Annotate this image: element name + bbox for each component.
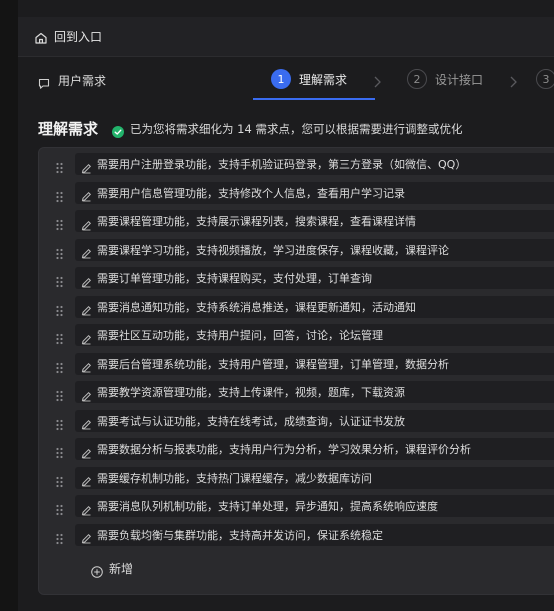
edit-icon[interactable] (81, 444, 92, 458)
page-title: 理解需求 (38, 120, 99, 138)
requirement-text: 需要教学资源管理功能，支持上传课件，视频，题库，下载资源 (97, 386, 405, 399)
list-item: 需要消息通知功能，支持系统消息推送，课程更新通知，活动通知 (39, 295, 554, 324)
tab-user-requirement-label: 用户需求 (58, 74, 107, 88)
edit-icon[interactable] (81, 472, 92, 487)
requirement-item[interactable]: 需要课程学习功能，支持视频播放，学习进度保存，课程收藏，课程评论 (75, 238, 554, 261)
step-bar: 用户需求 1 理解需求 2 设计接口 3 (18, 60, 554, 102)
requirement-text: 需要用户注册登录功能，支持手机验证码登录，第三方登录（如微信、QQ） (97, 158, 467, 171)
drag-handle-icon[interactable] (56, 473, 64, 487)
edit-icon[interactable] (81, 529, 92, 544)
list-item: 需要课程管理功能，支持展示课程列表，搜索课程，查看课程详情 (39, 210, 554, 238)
list-item: 需要订单管理功能，支持课程购买，支付处理，订单查询 (39, 267, 554, 295)
edit-icon[interactable] (81, 330, 92, 344)
tab-user-requirement[interactable]: 用户需求 (38, 72, 106, 89)
edit-icon[interactable] (81, 187, 92, 202)
requirement-item[interactable]: 需要订单管理功能，支持课程购买，支付处理，订单查询 (75, 267, 554, 289)
check-circle-icon (112, 123, 125, 138)
list-item: 需要消息队列机制功能，支持订单处理，异步通知，提高系统响应速度 (39, 495, 554, 523)
edit-icon[interactable] (81, 387, 92, 401)
back-to-entry-label: 回到入口 (54, 30, 103, 44)
requirement-item[interactable]: 需要消息通知功能，支持系统消息推送，课程更新通知，活动通知 (75, 295, 554, 318)
requirement-item[interactable]: 需要缓存机制功能，支持热门课程缓存，减少数据库访问 (75, 466, 554, 489)
requirement-text: 需要社区互动功能，支持用户提问，回答，讨论，论坛管理 (97, 329, 383, 342)
message-icon (38, 75, 50, 89)
edit-icon[interactable] (81, 301, 92, 316)
edit-icon[interactable] (81, 273, 92, 287)
drag-handle-icon[interactable] (56, 416, 64, 430)
requirement-item[interactable]: 需要后台管理系统功能，支持用户管理，课程管理，订单管理，数据分析 (75, 352, 554, 375)
requirement-item[interactable]: 需要社区互动功能，支持用户提问，回答，讨论，论坛管理 (75, 324, 554, 346)
requirement-text: 需要缓存机制功能，支持热门课程缓存，减少数据库访问 (97, 471, 372, 485)
edit-icon[interactable] (81, 358, 92, 373)
requirement-text: 需要课程学习功能，支持视频播放，学习进度保存，课程收藏，课程评论 (97, 243, 449, 257)
step-number: 2 (407, 69, 427, 89)
edit-icon[interactable] (81, 415, 92, 430)
step-understand-requirement[interactable]: 1 理解需求 (271, 69, 347, 89)
requirement-item[interactable]: 需要用户注册登录功能，支持手机验证码登录，第三方登录（如微信、QQ） (75, 153, 554, 175)
requirement-item[interactable]: 需要教学资源管理功能，支持上传课件，视频，题库，下载资源 (75, 381, 554, 403)
edit-icon[interactable] (81, 216, 92, 230)
requirement-text: 需要消息通知功能，支持系统消息推送，课程更新通知，活动通知 (97, 300, 416, 314)
list-item: 需要负载均衡与集群功能，支持高并发访问，保证系统稳定 (39, 523, 554, 552)
requirement-text: 需要消息队列机制功能，支持订单处理，异步通知，提高系统响应速度 (97, 500, 438, 513)
drag-handle-icon[interactable] (56, 302, 64, 316)
requirement-text: 需要后台管理系统功能，支持用户管理，课程管理，订单管理，数据分析 (97, 357, 449, 371)
requirement-text: 需要数据分析与报表功能，支持用户行为分析，学习效果分析，课程评价分析 (97, 443, 471, 456)
step-design-interface[interactable]: 2 设计接口 (407, 69, 483, 89)
requirement-text: 需要用户信息管理功能，支持修改个人信息，查看用户学习记录 (97, 186, 405, 200)
drag-handle-icon[interactable] (56, 501, 64, 516)
drag-handle-icon[interactable] (56, 444, 64, 459)
list-item: 需要缓存机制功能，支持热门课程缓存，减少数据库访问 (39, 466, 554, 495)
list-item: 需要用户信息管理功能，支持修改个人信息，查看用户学习记录 (39, 181, 554, 210)
drag-handle-icon[interactable] (56, 188, 64, 202)
drag-handle-icon[interactable] (56, 245, 64, 259)
requirement-item[interactable]: 需要考试与认证功能，支持在线考试，成绩查询，认证证书发放 (75, 409, 554, 432)
title-row: 理解需求 已为您将需求细化为 14 需求点，您可以根据需要进行调整或优化 (38, 118, 462, 139)
requirement-text: 需要订单管理功能，支持课程购买，支付处理，订单查询 (97, 272, 372, 285)
add-requirement-button[interactable]: 新增 (91, 560, 134, 578)
step-label: 理解需求 (299, 72, 348, 87)
active-step-indicator (253, 98, 375, 100)
drag-handle-icon[interactable] (56, 330, 64, 345)
list-item: 需要课程学习功能，支持视频播放，学习进度保存，课程收藏，课程评论 (39, 238, 554, 267)
requirement-item[interactable]: 需要负载均衡与集群功能，支持高并发访问，保证系统稳定 (75, 523, 554, 546)
step-label: 设计接口 (435, 72, 484, 87)
requirement-item[interactable]: 需要消息队列机制功能，支持订单处理，异步通知，提高系统响应速度 (75, 495, 554, 517)
edit-icon[interactable] (81, 159, 92, 173)
back-to-entry-button[interactable]: 回到入口 (34, 28, 102, 45)
step-number: 1 (271, 69, 291, 89)
chevron-right-icon (508, 74, 518, 88)
requirement-item[interactable]: 需要数据分析与报表功能，支持用户行为分析，学习效果分析，课程评价分析 (75, 438, 554, 460)
requirement-text: 需要负载均衡与集群功能，支持高并发访问，保证系统稳定 (97, 528, 383, 542)
list-item: 需要后台管理系统功能，支持用户管理，课程管理，订单管理，数据分析 (39, 352, 554, 381)
edit-icon[interactable] (81, 244, 92, 259)
edit-icon[interactable] (81, 501, 92, 515)
drag-handle-icon[interactable] (56, 359, 64, 373)
list-item: 需要用户注册登录功能，支持手机验证码登录，第三方登录（如微信、QQ） (39, 153, 554, 181)
list-item: 需要社区互动功能，支持用户提问，回答，讨论，论坛管理 (39, 324, 554, 352)
step-number: 3 (536, 69, 554, 89)
requirement-item[interactable]: 需要用户信息管理功能，支持修改个人信息，查看用户学习记录 (75, 181, 554, 204)
drag-handle-icon[interactable] (56, 159, 64, 174)
requirement-text: 需要考试与认证功能，支持在线考试，成绩查询，认证证书发放 (97, 414, 405, 428)
plus-circle-icon (91, 563, 103, 578)
drag-handle-icon[interactable] (56, 273, 64, 288)
top-bar: 回到入口 (18, 17, 554, 57)
add-requirement-label: 新增 (109, 562, 134, 576)
chevron-right-icon (372, 74, 382, 88)
list-item: 需要教学资源管理功能，支持上传课件，视频，题库，下载资源 (39, 381, 554, 409)
requirement-text: 需要课程管理功能，支持展示课程列表，搜索课程，查看课程详情 (97, 215, 416, 228)
requirement-item[interactable]: 需要课程管理功能，支持展示课程列表，搜索课程，查看课程详情 (75, 210, 554, 232)
drag-handle-icon[interactable] (56, 387, 64, 402)
home-icon (34, 30, 48, 44)
drag-handle-icon[interactable] (56, 530, 64, 544)
drag-handle-icon[interactable] (56, 216, 64, 231)
list-item: 需要数据分析与报表功能，支持用户行为分析，学习效果分析，课程评价分析 (39, 438, 554, 466)
step-three[interactable]: 3 (536, 69, 554, 89)
list-item: 需要考试与认证功能，支持在线考试，成绩查询，认证证书发放 (39, 409, 554, 438)
requirement-list-panel: 需要用户注册登录功能，支持手机验证码登录，第三方登录（如微信、QQ） 需要用户信息… (38, 147, 554, 595)
status-message: 已为您将需求细化为 14 需求点，您可以根据需要进行调整或优化 (130, 121, 463, 136)
